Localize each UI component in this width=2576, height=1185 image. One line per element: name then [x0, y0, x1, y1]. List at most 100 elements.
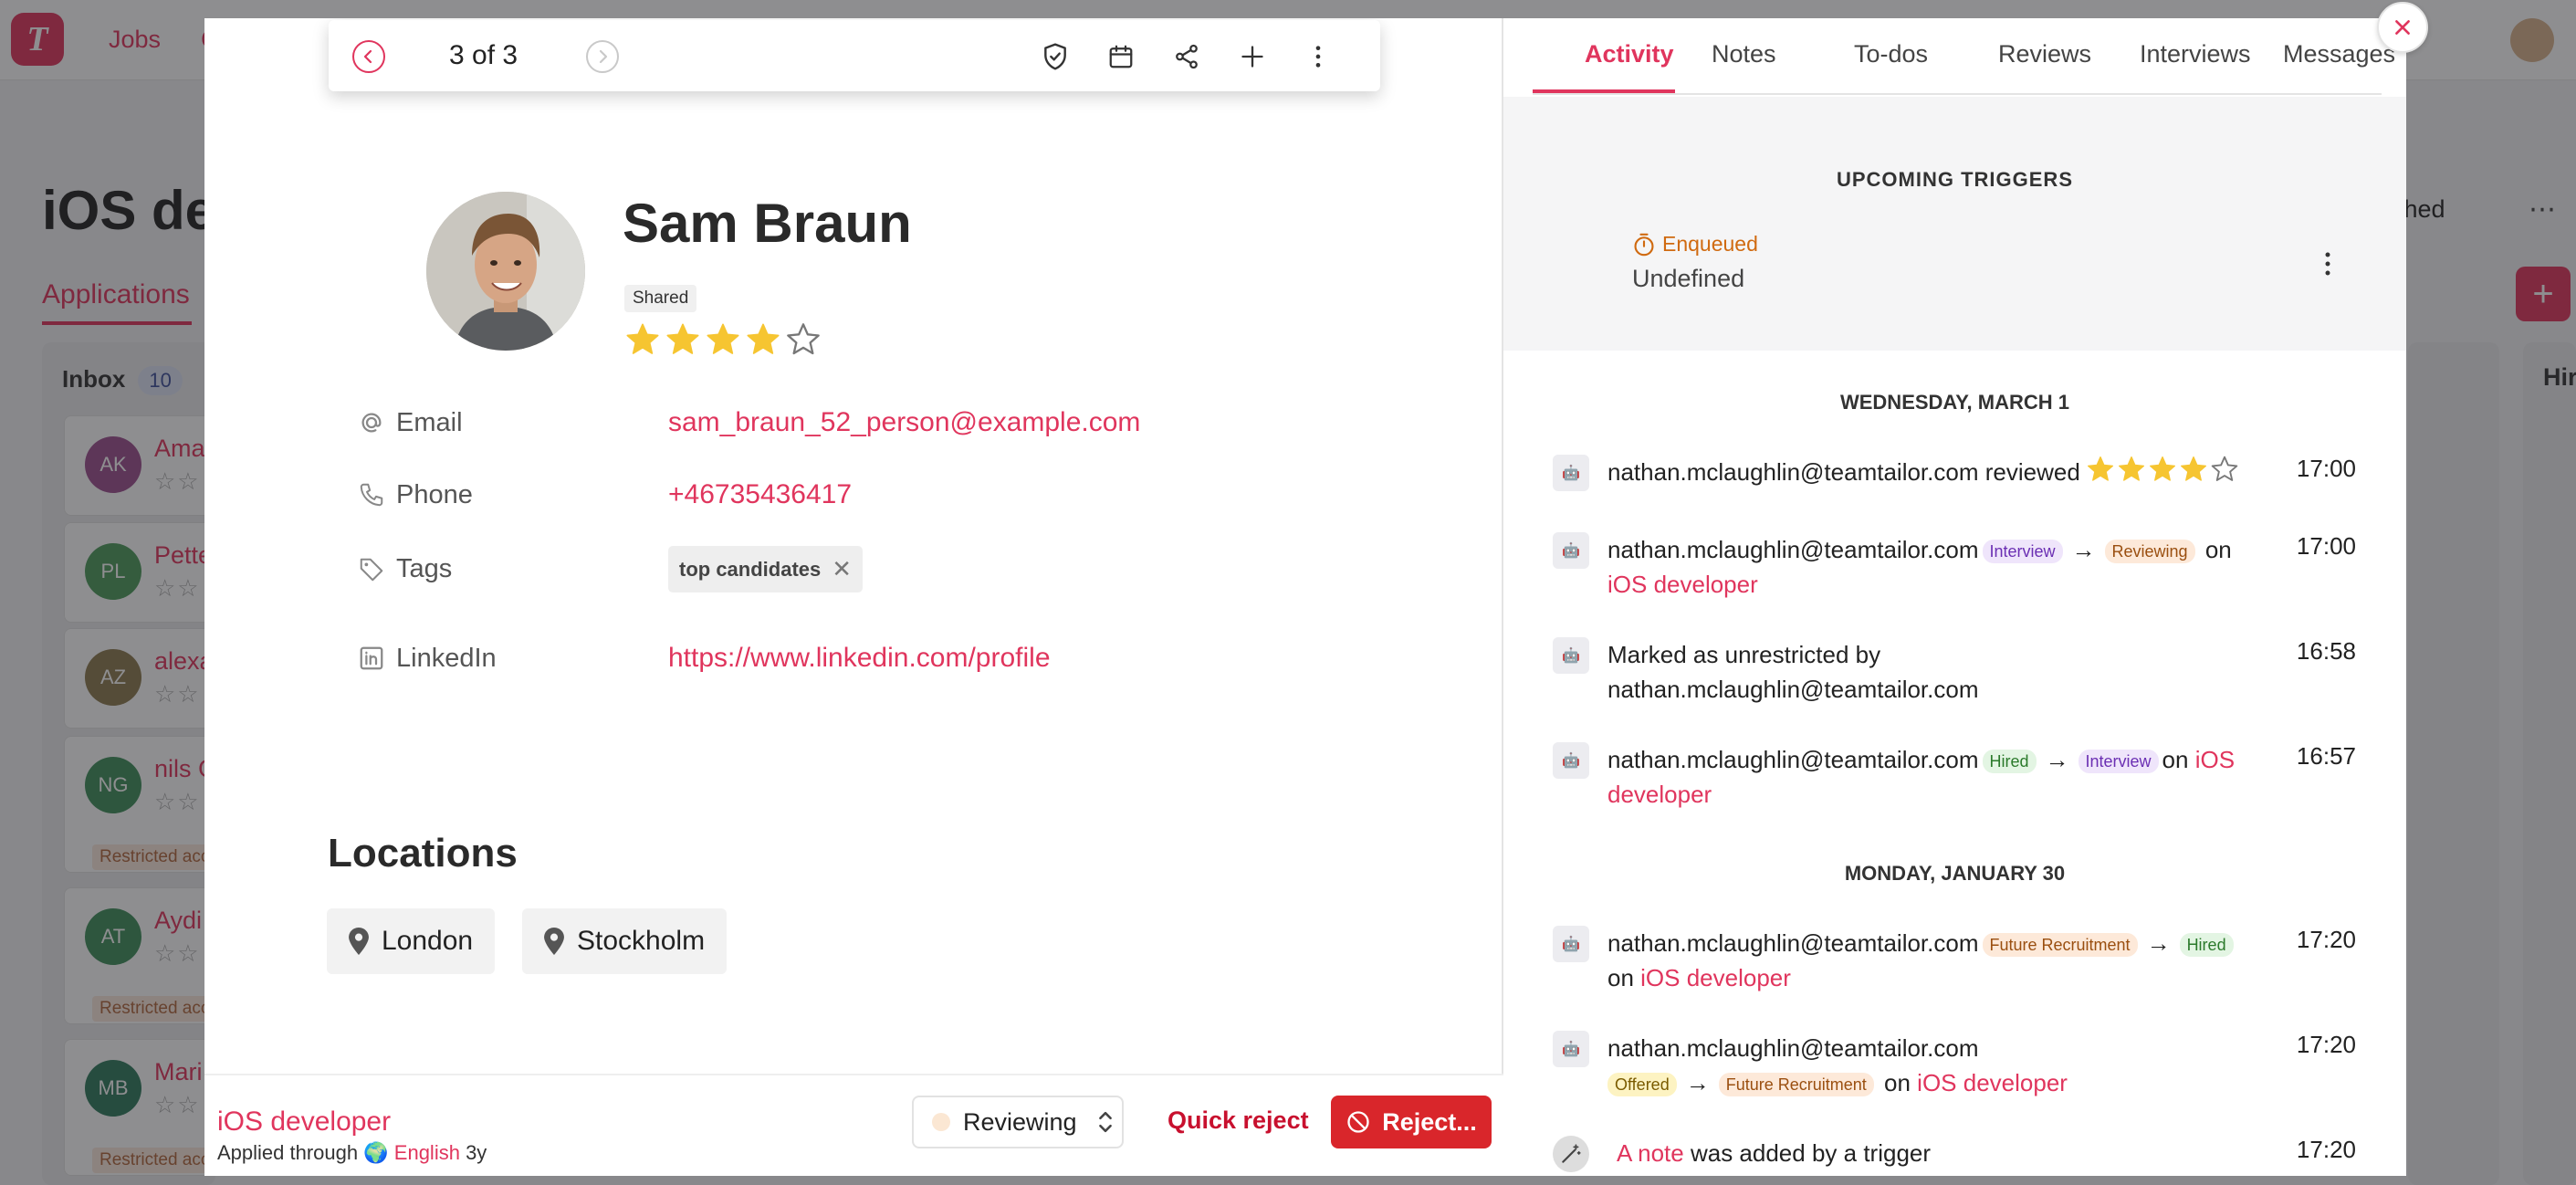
star-filled-icon[interactable] [745, 321, 781, 362]
language-link[interactable]: English [394, 1141, 460, 1164]
job-link[interactable]: iOS [2195, 746, 2235, 773]
activity-user: nathan.mclaughlin@teamtailor.com [1607, 536, 1979, 563]
pager-count: 3 of 3 [449, 40, 518, 70]
arrow-right-icon: → [2045, 746, 2069, 773]
reject-label: Reject... [1382, 1107, 1477, 1136]
candidate-name: Sam Braun [623, 193, 912, 254]
location-chip[interactable]: London [327, 908, 496, 974]
phone-link[interactable]: +46735436417 [668, 479, 852, 510]
arrow-right-icon: → [2146, 929, 2171, 957]
magic-wand-icon [1553, 1136, 1589, 1172]
activity-time: 16:57 [2296, 742, 2356, 770]
stopwatch-icon [1634, 233, 1654, 256]
job-link[interactable]: iOS developer [1607, 571, 1758, 598]
linkedin-row: LinkedIn https://www.linkedin.com/profil… [358, 643, 1051, 674]
activity-user: nathan.mclaughlin@teamtailor.com [1607, 929, 1979, 957]
globe-icon: 🌍 [363, 1141, 389, 1164]
share-icon[interactable] [1168, 38, 1205, 75]
tab-notes[interactable]: Notes [1712, 40, 1776, 68]
tag-chip[interactable]: top candidates ✕ [668, 546, 864, 592]
tab-activity[interactable]: Activity [1585, 40, 1674, 68]
stage-select[interactable]: Reviewing [912, 1096, 1124, 1148]
trigger-value: Undefined [1632, 265, 1745, 292]
location-label: London [382, 926, 474, 956]
next-candidate-button[interactable] [586, 40, 619, 73]
reject-button[interactable]: Reject... [1331, 1096, 1492, 1148]
shield-check-icon[interactable] [1037, 38, 1073, 75]
tags-label: Tags [396, 554, 453, 583]
star-empty-icon[interactable] [785, 321, 822, 362]
activity-time: 17:20 [2296, 926, 2356, 953]
activity-time: 17:00 [2296, 455, 2356, 482]
more-vertical-icon[interactable] [1300, 38, 1336, 75]
calendar-icon[interactable] [1103, 38, 1139, 75]
activity-panel: Activity Notes To-dos Reviews Interviews… [1503, 18, 2406, 1176]
linkedin-link[interactable]: https://www.linkedin.com/profile [668, 643, 1051, 674]
activity-user: nathan.mclaughlin@teamtailor.com [1607, 1034, 1979, 1062]
email-link[interactable]: sam_braun_52_person@example.com [668, 407, 1140, 438]
star-filled-icon[interactable] [705, 321, 741, 362]
job-link[interactable]: iOS developer [1917, 1069, 2068, 1096]
map-pin-icon [544, 928, 564, 955]
activity-day-heading: WEDNESDAY, MARCH 1 [1839, 391, 2069, 414]
star-filled-icon[interactable] [624, 321, 661, 362]
close-icon [2395, 20, 2410, 35]
applied-through: Applied through 🌍 English 3y [217, 1141, 487, 1164]
location-label: Stockholm [577, 926, 706, 956]
application-footer: iOS developer Applied through 🌍 English … [204, 1074, 1503, 1176]
close-modal-button[interactable] [2377, 2, 2428, 53]
at-sign-icon [361, 413, 382, 433]
activity-time: 17:20 [2296, 1031, 2356, 1058]
candidate-rating[interactable] [624, 321, 822, 362]
star-filled-icon [2086, 455, 2115, 493]
tag-label: top candidates [679, 557, 822, 581]
star-filled-icon[interactable] [665, 321, 701, 362]
tab-todos[interactable]: To-dos [1854, 40, 1928, 68]
phone-label: Phone [396, 479, 473, 509]
shared-badge: Shared [624, 285, 697, 312]
review-rating [2086, 455, 2239, 493]
stage-badge: Hired [1982, 750, 2037, 774]
activity-time: 17:00 [2296, 532, 2356, 560]
quick-reject-button[interactable]: Quick reject [1168, 1106, 1309, 1135]
stage-badge: Future Recruitment [1982, 933, 2138, 958]
tab-reviews[interactable]: Reviews [1998, 40, 2091, 68]
stage-badge: Reviewing [2104, 540, 2195, 564]
trigger-more-icon[interactable] [2323, 250, 2341, 287]
candidate-modal: 3 of 3 Sam Braun Shared Email sam_braun_… [204, 18, 2406, 1176]
email-row: Email sam_braun_52_person@example.com [358, 407, 1140, 438]
active-tab-indicator [1533, 89, 1675, 93]
activity-user: nathan.mclaughlin@teamtailor.com [1607, 676, 1979, 703]
star-filled-icon [2148, 455, 2177, 493]
stage-badge: Interview [2078, 750, 2159, 774]
remove-tag-icon[interactable]: ✕ [832, 555, 852, 583]
chevron-up-down-icon [1098, 1111, 1112, 1133]
previous-candidate-button[interactable] [352, 40, 385, 73]
phone-icon [360, 483, 383, 507]
star-filled-icon [2179, 455, 2208, 493]
map-pin-icon [349, 928, 369, 955]
trigger-status: Enqueued [1633, 232, 1758, 257]
candidate-profile-panel: 3 of 3 Sam Braun Shared Email sam_braun_… [204, 18, 1503, 1176]
chevron-left-icon [363, 49, 372, 64]
user-avatar-icon: 🤖 [1553, 455, 1589, 491]
candidate-toolbar: 3 of 3 [329, 20, 1380, 91]
job-link[interactable]: iOS developer [1640, 964, 1791, 991]
stage-badge: Hired [2179, 933, 2234, 958]
linkedin-icon [360, 646, 383, 670]
candidate-avatar [426, 192, 585, 351]
location-chip[interactable]: Stockholm [522, 908, 728, 974]
application-job-link[interactable]: iOS developer [217, 1106, 391, 1138]
triggers-heading: UPCOMING TRIGGERS [1836, 168, 2073, 191]
activity-time: 17:20 [2296, 1136, 2356, 1163]
job-link[interactable]: developer [1607, 781, 1712, 808]
tab-interviews[interactable]: Interviews [2140, 40, 2251, 68]
note-link[interactable]: A note [1617, 1139, 1684, 1167]
stage-badge: Future Recruitment [1718, 1073, 1874, 1097]
tab-messages[interactable]: Messages [2283, 40, 2395, 68]
plus-icon[interactable] [1234, 38, 1271, 75]
activity-time: 16:58 [2296, 637, 2356, 665]
star-empty-icon [2210, 455, 2239, 493]
upcoming-triggers: UPCOMING TRIGGERS Enqueued Undefined [1503, 97, 2406, 351]
arrow-right-icon: → [1685, 1069, 1710, 1096]
